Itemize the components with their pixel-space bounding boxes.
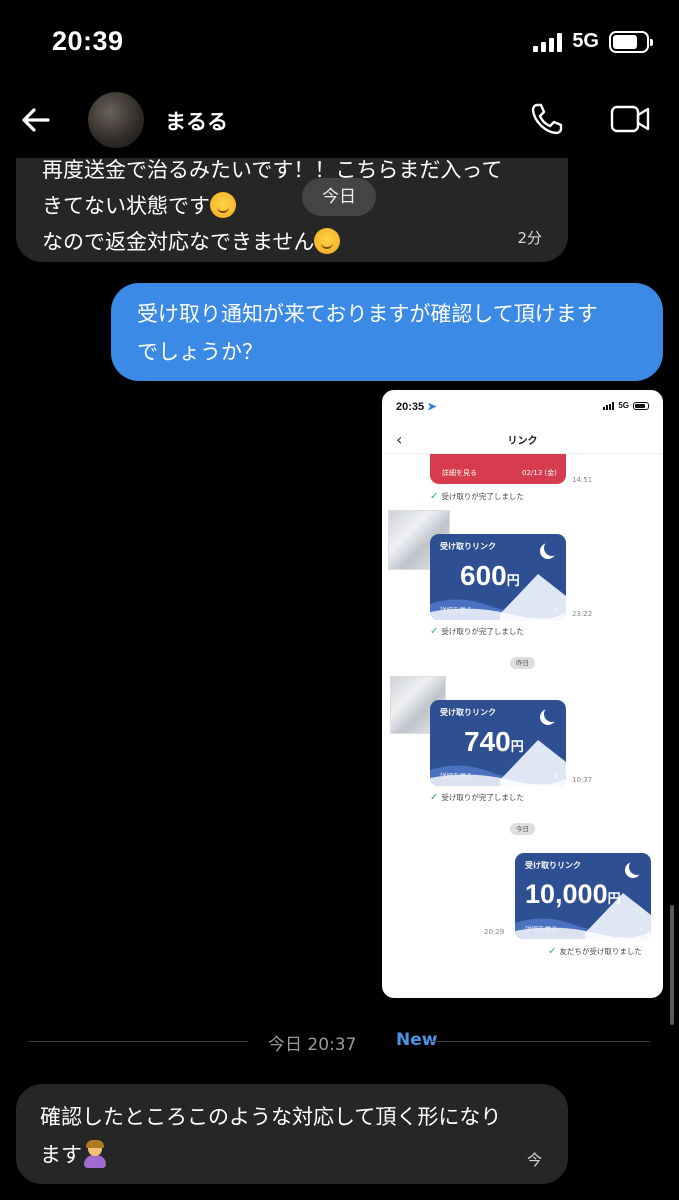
link-card: 受け取りリンク 740円 詳細を見る ›: [430, 700, 566, 786]
screenshot-status-bar: 20:35 ➤ 5G: [382, 390, 663, 424]
message-list[interactable]: 再度送金で治るみたいです！！こちらまだ入って きてない状態です なので返金対応な…: [0, 158, 679, 1200]
new-messages-divider: 今日 20:37 New: [28, 1030, 650, 1055]
message-timestamp: 今: [526, 1151, 542, 1169]
person-bowing-emoji: [82, 1140, 108, 1168]
check-icon: ✓: [430, 792, 439, 803]
status-bar: 20:39 5G: [0, 0, 679, 86]
check-icon: ✓: [430, 626, 439, 637]
incoming-message[interactable]: 再度送金で治るみたいです！！こちらまだ入って きてない状態です なので返金対応な…: [16, 158, 568, 262]
network-label: 5G: [572, 30, 599, 52]
chevron-right-icon: ›: [638, 922, 643, 935]
message-text: 再度送金で治るみたいです！！こちらまだ入って きてない状態です なので返金対応な…: [42, 158, 503, 254]
chevron-right-icon: ›: [553, 603, 558, 616]
chevron-right-icon: ›: [553, 769, 558, 782]
battery-icon: [633, 401, 649, 410]
status-time: 20:39: [52, 26, 124, 56]
back-button[interactable]: [18, 102, 54, 138]
incoming-message[interactable]: 確認したところこのような対応して頂く形になり ます 今: [16, 1084, 568, 1184]
received-status: ✓ 受け取りが完了しました: [430, 626, 524, 637]
battery-icon: [609, 30, 653, 53]
status-indicators: 5G: [533, 30, 653, 53]
received-status: ✓ 受け取りが完了しました: [430, 792, 524, 803]
screenshot-image[interactable]: 20:35 ➤ 5G ‹ リンク 詳細を見る 02/13 (金) 14:51 ✓…: [382, 390, 663, 998]
date-pill: 今日: [302, 178, 376, 216]
moon-icon: [629, 859, 645, 875]
day-label: 今日: [510, 823, 535, 835]
check-icon: ✓: [548, 946, 557, 957]
friend-received-status: ✓ 友だちが受け取りました: [548, 946, 642, 957]
arrow-left-icon: [22, 108, 50, 132]
chat-header: まるる: [0, 86, 679, 158]
screenshot-title: リンク: [507, 436, 538, 447]
contact-name[interactable]: まるる: [165, 106, 228, 136]
avatar[interactable]: [88, 92, 144, 148]
screenshot-time: 20:35 ➤: [396, 401, 437, 413]
moon-icon: [544, 540, 560, 556]
link-card: 受け取りリンク 10,000円 詳細を見る ›: [515, 853, 651, 939]
outgoing-message[interactable]: 受け取り通知が来ておりますが確認して頂けます でしょうか？: [111, 283, 663, 381]
check-icon: ✓: [430, 491, 439, 502]
crying-cat-emoji: [210, 192, 236, 218]
voice-call-button[interactable]: [528, 100, 566, 138]
crying-cat-emoji: [314, 228, 341, 254]
video-call-button[interactable]: [610, 102, 650, 136]
link-card: 受け取りリンク 600円 詳細を見る ›: [430, 534, 566, 620]
scrollbar[interactable]: [670, 905, 674, 1025]
signal-icon: [533, 32, 563, 52]
screenshot-nav: ‹ リンク: [382, 424, 663, 454]
message-text: 受け取り通知が来ておりますが確認して頂けます でしょうか？: [137, 302, 598, 364]
day-label: 昨日: [510, 657, 535, 669]
phone-icon: [531, 103, 563, 135]
signal-icon: [603, 401, 615, 410]
message-text: 確認したところこのような対応して頂く形になり ます: [40, 1105, 502, 1168]
received-status: ✓ 受け取りが完了しました: [430, 491, 524, 502]
video-camera-icon: [610, 105, 650, 133]
moon-icon: [544, 706, 560, 722]
gift-card-red: 詳細を見る 02/13 (金): [430, 454, 566, 484]
message-timestamp: 2分: [517, 229, 542, 247]
